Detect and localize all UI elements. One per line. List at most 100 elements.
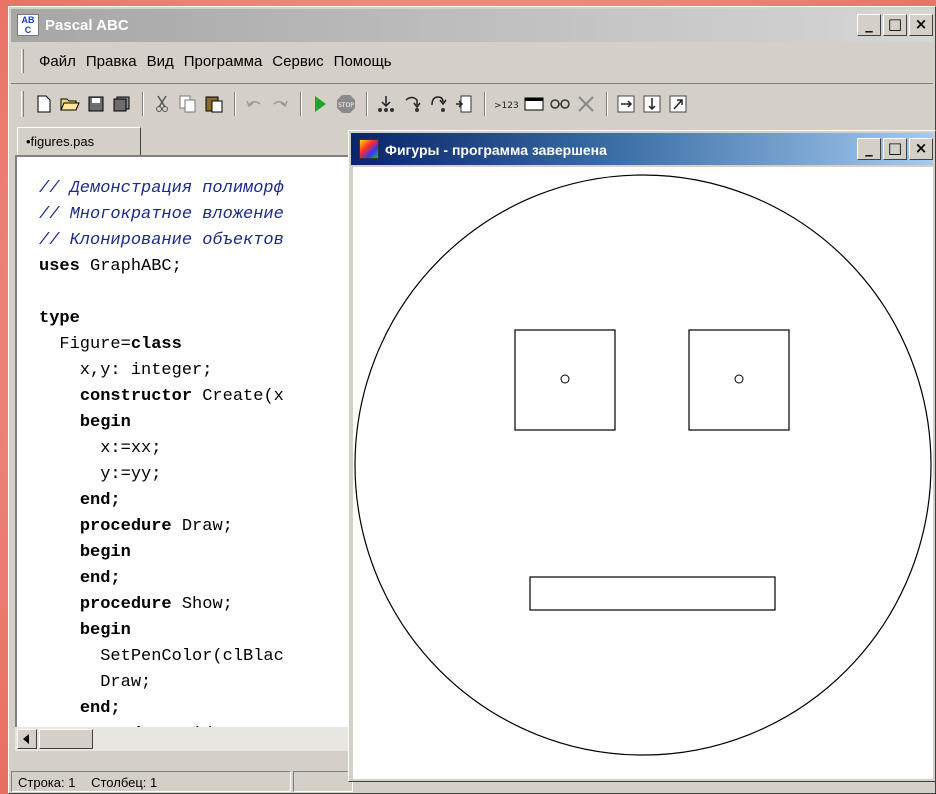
code-line: Draw; — [39, 673, 152, 692]
toolbar: STOP >123 — [11, 83, 933, 123]
figures-window: Фигуры - программа завершена _ □ × — [348, 130, 936, 782]
menu-edit[interactable]: Правка — [81, 53, 142, 70]
window-icon[interactable] — [522, 92, 546, 116]
toolbar-separator — [484, 91, 486, 116]
icon-letter-bottom: C — [24, 25, 32, 35]
code-keyword: begin — [79, 621, 131, 640]
code-line: begin — [39, 413, 131, 433]
main-titlebar[interactable]: AB C Pascal ABC _ □ × — [11, 9, 933, 42]
code-line: SetPenColor(clBlac — [39, 647, 284, 666]
toolbar-separator — [234, 91, 236, 116]
code-line: end; — [39, 569, 121, 589]
icon-letters-top: AB — [21, 15, 35, 25]
figures-close-button[interactable]: × — [909, 138, 933, 160]
scroll-left-arrow-icon[interactable] — [17, 729, 37, 749]
left-eye-square — [514, 329, 616, 431]
toolbar-separator — [606, 91, 608, 116]
clear-icon[interactable] — [574, 92, 598, 116]
status-row: Строка: 1 — [18, 775, 76, 790]
figures-window-title: Фигуры - программа завершена — [385, 142, 607, 158]
evaluate-icon[interactable]: >123 — [492, 92, 520, 116]
code-line: begin — [39, 621, 131, 641]
figures-titlebar[interactable]: Фигуры - программа завершена _ □ × — [351, 133, 933, 165]
right-eye-square — [688, 329, 790, 431]
code-line: begin — [39, 543, 131, 563]
code-line: // Многократное вложение — [39, 205, 284, 224]
code-line: x,y: integer; — [39, 361, 213, 380]
graphics-canvas[interactable] — [353, 167, 933, 779]
menu-service[interactable]: Сервис — [267, 53, 328, 70]
code-line: // Клонирование объектов — [39, 231, 284, 250]
redo-icon[interactable] — [268, 92, 292, 116]
toolbar-separator — [366, 91, 368, 116]
figures-minimize-button[interactable]: _ — [857, 138, 881, 160]
run-to-cursor-icon[interactable] — [452, 92, 476, 116]
figures-maximize-button[interactable]: □ — [883, 138, 907, 160]
right-pupil — [734, 374, 744, 384]
toolbar-separator — [142, 91, 144, 116]
menu-view[interactable]: Вид — [142, 53, 179, 70]
add-watch-icon[interactable] — [614, 92, 638, 116]
menu-grip[interactable] — [21, 49, 24, 73]
cut-icon[interactable] — [150, 92, 174, 116]
code-line: y:=yy; — [39, 465, 162, 484]
code-line: procedure Draw; — [79, 517, 233, 536]
code-keyword: begin — [79, 543, 131, 562]
code-keyword: uses — [39, 257, 80, 276]
save-icon[interactable] — [84, 92, 108, 116]
toolbar-separator — [300, 91, 302, 116]
code-keyword: class — [130, 335, 182, 354]
code-keyword: end; — [79, 569, 121, 588]
copy-icon[interactable] — [176, 92, 200, 116]
code-keyword: procedure — [79, 595, 172, 614]
status-empty-panel — [293, 771, 353, 792]
code-line: end; — [39, 699, 121, 719]
face-circle — [354, 174, 932, 756]
watch-icon[interactable] — [548, 92, 572, 116]
code-line: type — [39, 309, 80, 329]
code-keyword: end; — [79, 699, 121, 718]
restore-icon[interactable] — [666, 92, 690, 116]
menu-help[interactable]: Помощь — [329, 53, 397, 70]
code-line: uses GraphABC; — [39, 257, 182, 276]
undo-icon[interactable] — [242, 92, 266, 116]
menu-file[interactable]: Файл — [34, 53, 81, 70]
open-folder-icon[interactable] — [58, 92, 82, 116]
stop-icon[interactable]: STOP — [334, 92, 358, 116]
code-keyword: end; — [79, 491, 121, 510]
status-position-panel: Строка: 1 Столбец: 1 — [11, 771, 291, 792]
code-line: Figure=class — [39, 335, 182, 354]
svg-text:STOP: STOP — [338, 102, 354, 109]
tab-figures-pas[interactable]: •figures.pas — [17, 127, 141, 155]
left-pupil — [560, 374, 570, 384]
code-editor[interactable]: // Демонстрация полиморф // Многократное … — [15, 155, 363, 743]
code-line: procedure Show; — [79, 595, 233, 614]
figures-caption-buttons: _ □ × — [857, 138, 933, 160]
code-line: x:=xx; — [39, 439, 162, 458]
minimize-button[interactable]: _ — [857, 14, 881, 36]
step-into-icon[interactable] — [374, 92, 398, 116]
code-keyword: type — [39, 309, 80, 328]
step-over-icon[interactable] — [400, 92, 424, 116]
code-line: end; — [39, 491, 121, 511]
save-all-icon[interactable] — [110, 92, 134, 116]
paste-icon[interactable] — [202, 92, 226, 116]
scroll-thumb[interactable] — [39, 729, 93, 749]
mouth-rectangle — [529, 576, 776, 611]
code-keyword: begin — [79, 413, 131, 432]
new-file-icon[interactable] — [32, 92, 56, 116]
graph-window-icon — [359, 139, 379, 159]
menu-bar: Файл Правка Вид Программа Сервис Помощь — [11, 45, 933, 77]
code-keyword: procedure — [79, 517, 172, 536]
toolbar-grip[interactable] — [21, 90, 24, 117]
svg-text:>123: >123 — [494, 101, 519, 111]
remove-watch-icon[interactable] — [640, 92, 664, 116]
run-icon[interactable] — [308, 92, 332, 116]
close-button[interactable]: × — [909, 14, 933, 36]
code-keyword: constructor — [79, 387, 193, 406]
editor-horizontal-scrollbar[interactable] — [15, 727, 363, 751]
step-out-icon[interactable] — [426, 92, 450, 116]
maximize-button[interactable]: □ — [883, 14, 907, 36]
menu-program[interactable]: Программа — [179, 53, 268, 70]
pascal-abc-app-icon: AB C — [17, 14, 39, 36]
